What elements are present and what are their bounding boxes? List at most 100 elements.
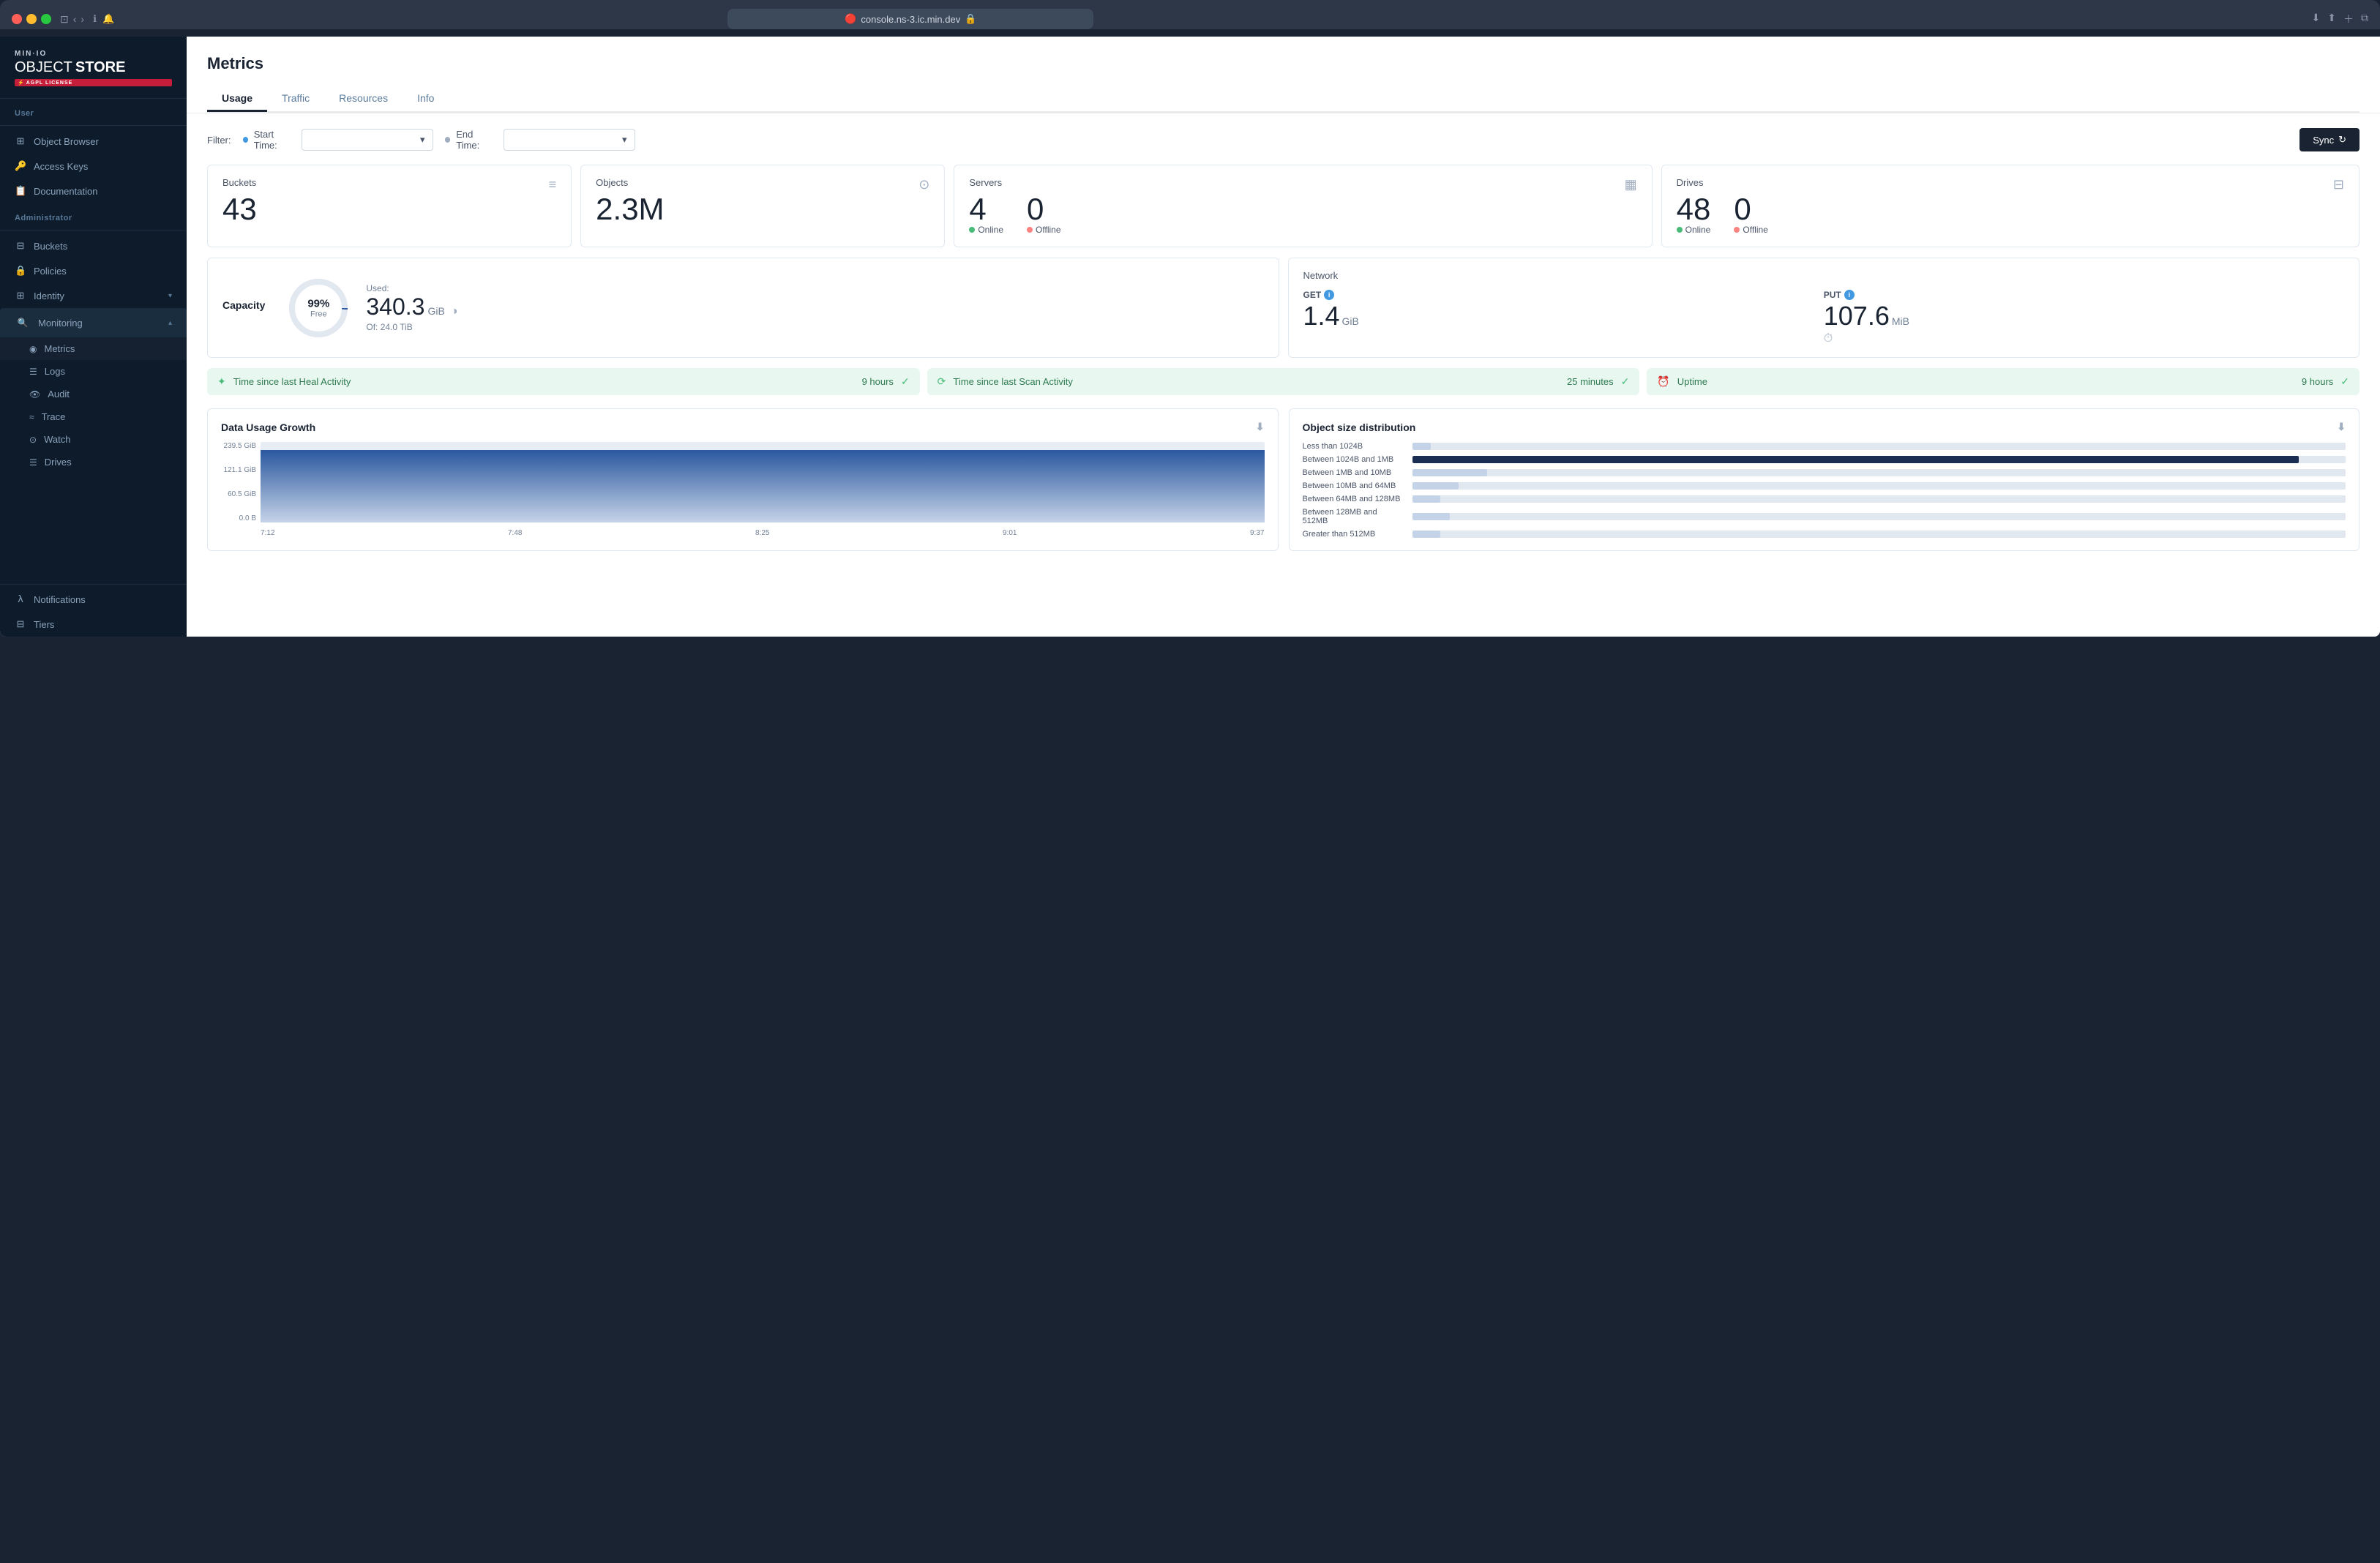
sidebar-subitem-trace[interactable]: ≈ Trace [0, 405, 187, 428]
sidebar-item-object-browser[interactable]: ⊞ Object Browser [0, 129, 187, 154]
get-info-icon: i [1324, 290, 1334, 300]
uptime-activity-item: ⏰ Uptime 9 hours ✓ [1647, 368, 2360, 395]
sidebar-subitem-metrics[interactable]: ◉ Metrics [0, 337, 187, 360]
dist-item: Between 10MB and 64MB [1303, 481, 2346, 490]
tab-resources[interactable]: Resources [324, 86, 403, 112]
nav-forward-icon[interactable]: › [81, 13, 84, 25]
object-dist-chart-card: Object size distribution ⬇ Less than 102… [1289, 408, 2360, 551]
metrics-icon: ◉ [29, 344, 37, 354]
capacity-percent-value: 99% [307, 297, 329, 310]
heal-activity-text: Time since last Heal Activity [233, 376, 855, 387]
monitoring-icon: 🔍 [18, 318, 29, 328]
sidebar-item-label: Notifications [34, 594, 86, 605]
charts-row: Data Usage Growth ⬇ 239.5 GiB 121.1 GiB … [207, 408, 2360, 551]
activity-bar: ✦ Time since last Heal Activity 9 hours … [207, 368, 2360, 395]
object-dist-download-icon[interactable]: ⬇ [2337, 421, 2346, 433]
tab-traffic[interactable]: Traffic [267, 86, 324, 112]
dist-item: Between 64MB and 128MB [1303, 495, 2346, 503]
dist-bar [1412, 443, 1432, 450]
sidebar-subitem-logs[interactable]: ☰ Logs [0, 360, 187, 383]
logo-minio-text: MIN·IO [15, 50, 172, 58]
capacity-history-icon: ◑ [451, 305, 458, 318]
address-bar[interactable]: 🔴 console.ns-3.ic.min.dev 🔒 [727, 9, 1093, 29]
object-dist-list: Less than 1024B Between 1024B and 1MB Be… [1303, 442, 2346, 539]
sidebar-item-policies[interactable]: 🔒 Policies [0, 258, 187, 283]
tab-usage[interactable]: Usage [207, 86, 267, 112]
monitoring-chevron-icon: ▴ [168, 319, 172, 327]
dist-bar-wrap [1412, 531, 2346, 538]
sidebar-item-monitoring[interactable]: 🔍 Monitoring ▴ [0, 308, 187, 337]
drives-online-value: 48 [1677, 194, 1711, 225]
dist-label: Between 128MB and 512MB [1303, 508, 1405, 525]
traffic-lights [12, 14, 51, 24]
minimize-button[interactable] [26, 14, 37, 24]
capacity-info: Used: 340.3 GiB ◑ Of: 24.0 TiB [366, 283, 457, 332]
dist-bar-wrap [1412, 513, 2346, 520]
dist-bar [1412, 495, 1440, 503]
network-stats: GET i 1.4 GiB PUT i [1303, 290, 2345, 345]
nav-back-icon[interactable]: ‹ [73, 13, 77, 25]
dist-label: Between 64MB and 128MB [1303, 495, 1405, 503]
sidebar-subitem-label: Logs [45, 366, 65, 377]
network-label: Network [1303, 270, 2345, 281]
x-label-3: 9:01 [1003, 529, 1017, 537]
dist-bar [1412, 482, 1459, 490]
y-label-1: 121.1 GiB [221, 466, 256, 474]
sidebar-item-label: Documentation [34, 186, 97, 197]
sidebar-subitem-audit[interactable]: 👁 Audit [0, 383, 187, 405]
uptime-activity-text: Uptime [1677, 376, 2294, 387]
dist-item: Between 1024B and 1MB [1303, 455, 2346, 464]
share-icon[interactable]: ⬆ [2327, 12, 2336, 26]
y-label-2: 60.5 GiB [221, 490, 256, 498]
favicon: 🔴 [845, 13, 856, 25]
dist-item: Between 1MB and 10MB [1303, 468, 2346, 477]
buckets-icon: ⊟ [15, 240, 26, 252]
sidebar-subitem-watch[interactable]: ⊙ Watch [0, 428, 187, 451]
drives-label: Drives [1677, 177, 1704, 188]
capacity-network-row: Capacity 99% Free Used: [207, 258, 2360, 358]
dist-bar [1412, 513, 1450, 520]
tab-info[interactable]: Info [403, 86, 449, 112]
sidebar-item-tiers[interactable]: ⊟ Tiers [0, 612, 187, 637]
servers-online-label: Online [969, 225, 1003, 235]
buckets-card: Buckets ≡ 43 [207, 165, 572, 247]
sidebar-item-access-keys[interactable]: 🔑 Access Keys [0, 154, 187, 179]
close-button[interactable] [12, 14, 22, 24]
browser-actions: ⬇ ⬆ ＋ ⧉ [2312, 12, 2368, 26]
sidebar-item-buckets[interactable]: ⊟ Buckets [0, 233, 187, 258]
sidebar-item-documentation[interactable]: 📋 Documentation [0, 179, 187, 203]
capacity-percent-label: 99% Free [307, 297, 329, 318]
start-time-select[interactable]: ▾ [302, 129, 433, 151]
dist-label: Less than 1024B [1303, 442, 1405, 451]
browser-chrome: ⊡ ‹ › ℹ 🔔 🔴 console.ns-3.ic.min.dev 🔒 ⬇ … [0, 0, 2380, 29]
data-usage-download-icon[interactable]: ⬇ [1256, 421, 1265, 433]
tiers-icon: ⊟ [15, 618, 26, 630]
sidebar-subitem-drives[interactable]: ☰ Drives [0, 451, 187, 473]
end-time-select[interactable]: ▾ [504, 129, 635, 151]
notification-icon[interactable]: 🔔 [102, 13, 114, 25]
servers-card: Servers ▦ 4 Online 0 [954, 165, 1652, 247]
new-tab-icon[interactable]: ＋ [2343, 12, 2354, 26]
objects-icon: ⊙ [918, 177, 929, 192]
sidebar-item-label: Policies [34, 266, 67, 277]
start-time-field: Start Time: ▾ [243, 129, 433, 151]
sidebar-subitem-label: Audit [48, 389, 70, 400]
windows-icon[interactable]: ⧉ [2361, 12, 2368, 26]
audit-icon: 👁 [29, 389, 40, 400]
vpn-icon: ℹ [93, 13, 97, 25]
notifications-icon: λ [15, 594, 26, 605]
get-unit: GiB [1342, 315, 1359, 327]
data-usage-chart: 239.5 GiB 121.1 GiB 60.5 GiB 0.0 B 7:12 … [221, 442, 1265, 537]
sidebar-item-label: Identity [34, 291, 64, 301]
sidebar-item-identity[interactable]: ⊞ Identity ▾ [0, 283, 187, 308]
maximize-button[interactable] [41, 14, 51, 24]
sync-button[interactable]: Sync ↻ [2299, 128, 2360, 151]
content-area: Filter: Start Time: ▾ End Time: ▾ S [187, 113, 2380, 566]
servers-label: Servers [969, 177, 1002, 188]
sidebar-toggle-icon[interactable]: ⊡ [60, 13, 69, 26]
scan-activity-text: Time since last Scan Activity [953, 376, 1560, 387]
sidebar-item-label: Monitoring [38, 318, 83, 329]
sidebar-item-notifications[interactable]: λ Notifications [0, 588, 187, 612]
object-browser-icon: ⊞ [15, 135, 26, 147]
download-icon[interactable]: ⬇ [2312, 12, 2321, 26]
